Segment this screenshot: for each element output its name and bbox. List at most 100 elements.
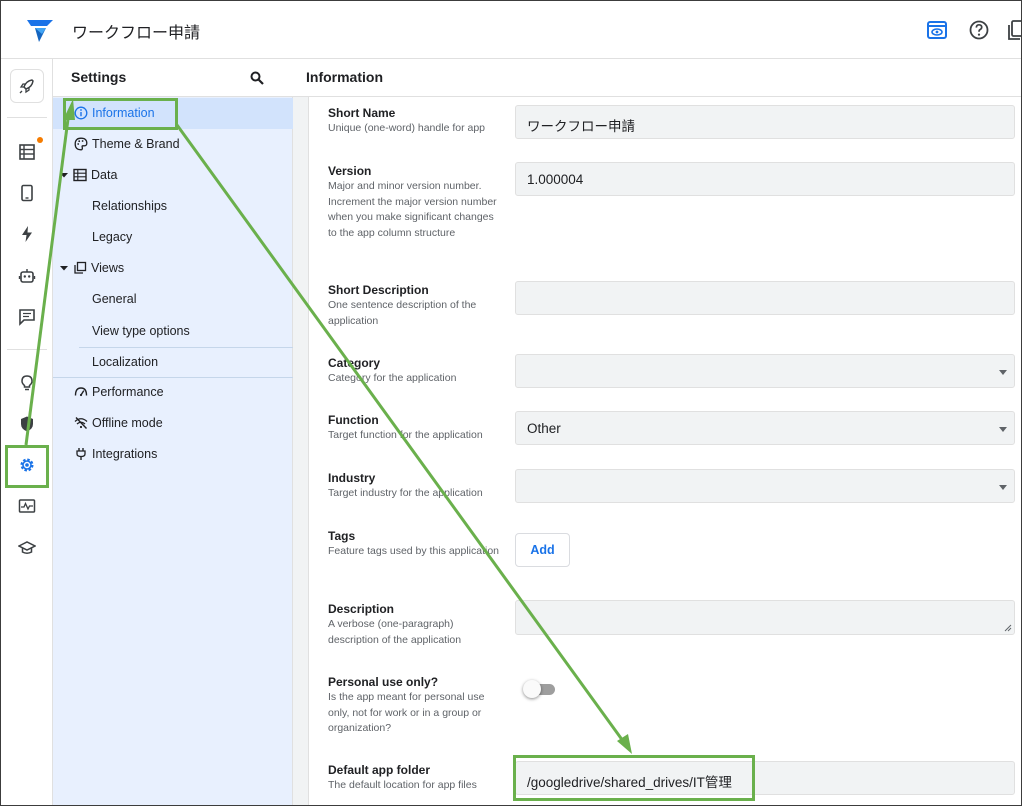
function-select[interactable]: Other — [515, 411, 1015, 445]
nav-general[interactable]: General — [53, 284, 293, 315]
field-desc: One sentence description of the applicat… — [328, 299, 477, 327]
nav-views[interactable]: Views — [53, 253, 293, 284]
nav-relationships[interactable]: Relationships — [53, 191, 293, 222]
field-desc: Feature tags used by this application — [328, 545, 500, 557]
default-folder-label: Default app folder The default location … — [328, 763, 503, 794]
rail-learn[interactable] — [14, 535, 40, 561]
rail-divider — [7, 117, 47, 118]
resize-handle-icon[interactable] — [1004, 624, 1012, 632]
tags-label: Tags Feature tags used by this applicati… — [328, 529, 503, 560]
caret-down-icon — [60, 266, 68, 271]
nav-theme-brand[interactable]: Theme & Brand — [53, 129, 293, 160]
rail-security[interactable] — [14, 411, 40, 437]
nav-performance[interactable]: Performance — [53, 377, 293, 408]
help-icon[interactable] — [968, 19, 990, 41]
nav-label: Legacy — [92, 230, 133, 244]
dropdown-arrow-icon — [999, 427, 1007, 432]
annotation-box-information — [63, 98, 178, 130]
personal-use-toggle[interactable] — [523, 680, 555, 698]
nav-legacy[interactable]: Legacy — [53, 222, 293, 253]
main-panel: Information Short Name Unique (one-word)… — [293, 59, 1021, 805]
version-input[interactable]: 1.000004 — [515, 162, 1015, 196]
caret-down-icon — [60, 173, 68, 178]
rail-data[interactable] — [14, 139, 40, 165]
industry-label: Industry Target industry for the applica… — [328, 471, 503, 502]
nav-offline-mode[interactable]: Offline mode — [53, 408, 293, 439]
select-value: Other — [527, 421, 561, 436]
description-textarea[interactable] — [515, 600, 1015, 635]
launch-icon — [19, 79, 34, 94]
version-label: Version Major and minor version number. … — [328, 164, 503, 241]
field-desc: Major and minor version number. Incremen… — [328, 180, 497, 239]
offline-icon — [74, 417, 88, 429]
nav-localization[interactable]: Localization — [53, 347, 293, 378]
nav-label: Data — [91, 168, 118, 182]
rail-automation[interactable] — [14, 221, 40, 247]
app-title: ワークフロー申請 — [72, 25, 201, 42]
field-name: Category — [328, 356, 381, 370]
field-name: Industry — [328, 471, 376, 485]
field-name: Personal use only? — [328, 675, 439, 689]
field-name: Function — [328, 413, 379, 427]
monitor-icon — [18, 499, 36, 513]
short-description-input[interactable] — [515, 281, 1015, 315]
personal-use-label: Personal use only? Is the app meant for … — [328, 675, 503, 737]
dropdown-arrow-icon — [999, 370, 1007, 375]
description-label: Description A verbose (one-paragraph) de… — [328, 602, 503, 648]
preview-icon[interactable] — [926, 19, 948, 41]
nav-data[interactable]: Data — [53, 160, 293, 191]
short-name-label: Short Name Unique (one-word) handle for … — [328, 106, 503, 137]
data-icon — [19, 144, 35, 160]
icon-rail — [1, 59, 53, 805]
field-name: Short Name — [328, 106, 396, 120]
left-gutter — [293, 97, 309, 805]
field-name: Short Description — [328, 283, 429, 297]
app-icon — [21, 184, 33, 202]
views-icon — [74, 261, 87, 274]
field-desc: Unique (one-word) handle for app — [328, 122, 486, 134]
main-header: Information — [293, 59, 1021, 97]
table-icon — [73, 168, 87, 182]
speed-icon — [74, 387, 88, 397]
category-select[interactable] — [515, 354, 1015, 388]
page-title: Information — [306, 69, 383, 85]
field-name: Tags — [328, 529, 356, 543]
settings-sidebar: Settings Information Theme & Brand Data … — [53, 59, 293, 805]
short-name-input[interactable]: ワークフロー申請 — [515, 105, 1015, 139]
field-desc: Target industry for the application — [328, 487, 483, 499]
chat-icon — [19, 309, 35, 326]
nav-label: Views — [91, 261, 125, 275]
field-name: Version — [328, 164, 372, 178]
category-label: Category Category for the application — [328, 356, 503, 387]
palette-icon — [74, 137, 88, 151]
nav-label: Offline mode — [92, 416, 163, 430]
rail-bot[interactable] — [14, 263, 40, 289]
nav-integrations[interactable]: Integrations — [53, 439, 293, 470]
function-label: Function Target function for the applica… — [328, 413, 503, 444]
top-bar: ワークフロー申請 — [1, 1, 1022, 59]
rail-ideas[interactable] — [14, 370, 40, 396]
bot-icon — [18, 269, 36, 283]
industry-select[interactable] — [515, 469, 1015, 503]
rail-monitor[interactable] — [14, 493, 40, 519]
app-window: ワークフロー申請 Settings Information Theme & Br… — [0, 0, 1022, 806]
nav-label: Theme & Brand — [92, 137, 180, 151]
toggle-knob — [523, 680, 541, 698]
rail-chat[interactable] — [14, 304, 40, 330]
settings-title: Settings — [71, 69, 127, 85]
short-description-label: Short Description One sentence descripti… — [328, 283, 503, 329]
copy-icon[interactable] — [1007, 19, 1022, 41]
field-desc: Is the app meant for personal use only, … — [328, 691, 485, 734]
launch-button[interactable] — [10, 69, 44, 103]
search-icon[interactable] — [249, 70, 265, 86]
annotation-box-folder — [513, 755, 755, 801]
field-name: Description — [328, 602, 395, 616]
nav-view-type-options[interactable]: View type options — [53, 316, 293, 347]
add-tag-button[interactable]: Add — [515, 533, 570, 567]
rail-app[interactable] — [14, 180, 40, 206]
learn-icon — [18, 541, 36, 554]
notification-dot — [37, 137, 43, 143]
settings-header: Settings — [53, 59, 293, 97]
field-desc: Category for the application — [328, 372, 457, 384]
plug-icon — [76, 448, 86, 460]
